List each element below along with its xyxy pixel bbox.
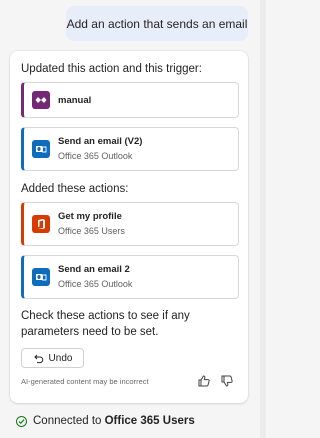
user-message-text: Add an action that sends an email [66,16,248,31]
thumbs-up-icon[interactable] [197,374,211,388]
copilot-chat-pane: Add an action that sends an email Update… [0,0,266,438]
user-message-bubble: Add an action that sends an email [66,6,248,41]
action-card-manual[interactable]: manual [21,82,239,118]
check-circle-icon [16,415,27,427]
connection-service: Office 365 Users [104,415,195,427]
updated-heading: Updated this action and this trigger: [21,63,202,75]
assistant-response-card: Updated this action and this trigger: ma… [10,51,248,403]
outlook-icon [32,140,50,158]
connection-prefix: Connected to [33,415,105,427]
ai-disclaimer: AI-generated content may be incorrect [21,377,149,386]
action-subtitle: Office 365 Outlook [58,151,133,161]
office-icon [32,215,50,233]
flow-trigger-icon [32,91,50,109]
action-title: Send an email 2 [58,264,130,275]
action-subtitle: Office 365 Users [58,226,125,236]
action-title: Send an email (V2) [58,136,143,147]
action-title: manual [58,95,92,106]
undo-icon [33,354,43,363]
action-card-send-email-2[interactable]: Send an email 2 Office 365 Outlook [21,255,239,299]
connection-status: Connected to Office 365 Users [16,415,195,427]
action-subtitle: Office 365 Outlook [58,279,133,289]
action-title: Get my profile [58,211,122,222]
instruction-note: Check these actions to see if any parame… [21,310,190,338]
added-heading: Added these actions: [21,183,129,195]
action-card-send-email-v2[interactable]: Send an email (V2) Office 365 Outlook [21,127,239,171]
undo-button[interactable]: Undo [21,348,84,368]
action-card-get-my-profile[interactable]: Get my profile Office 365 Users [21,202,239,246]
scrollbar[interactable] [260,0,266,438]
undo-label: Undo [48,352,73,364]
outlook-icon [32,268,50,286]
thumbs-down-icon[interactable] [220,374,234,388]
